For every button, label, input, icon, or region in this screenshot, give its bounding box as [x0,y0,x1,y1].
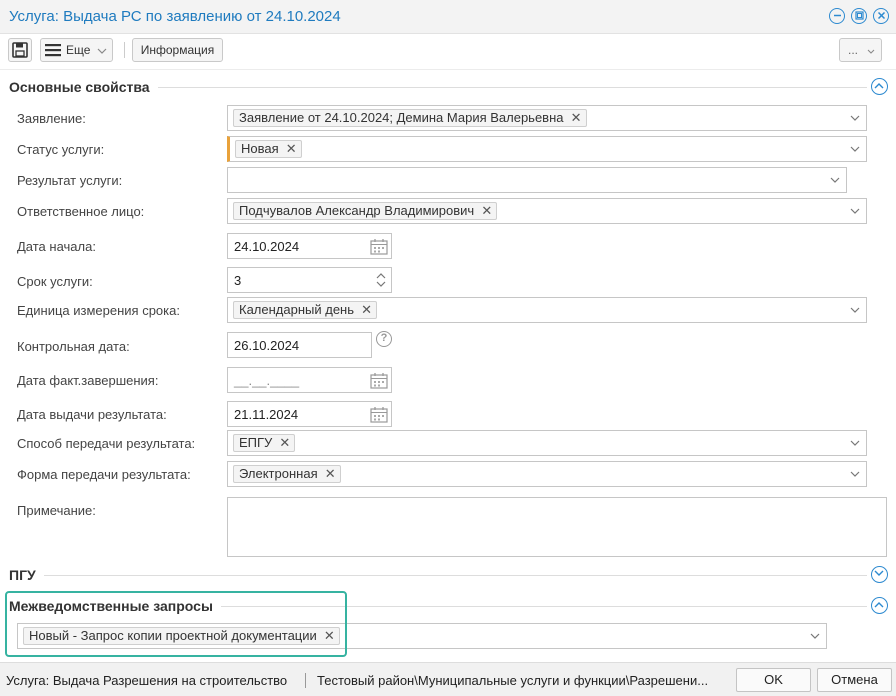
calendar-icon[interactable] [370,406,388,423]
actual-end-placeholder: __.__.____ [234,373,300,388]
info-button[interactable]: Информация [132,38,223,62]
restore-icon[interactable] [851,8,867,24]
term-stepper[interactable]: 3 [227,267,392,293]
more-button-label: Еще [66,43,91,57]
help-question-icon[interactable]: ? [376,331,392,347]
responsible-label: Ответственное лицо: [17,204,145,219]
control-date-input[interactable]: 26.10.2024 [227,332,372,358]
chip-remove-icon[interactable]: ✕ [361,302,372,318]
transfer-form-value: Электронная [239,466,318,481]
chevron-down-icon [867,49,875,54]
chevron-down-icon[interactable] [850,471,860,477]
result-label: Результат услуги: [17,173,123,188]
responsible-select[interactable]: Подчувалов Александр Владимирович ✕ [227,198,867,224]
ellipsis-label: ... [848,43,859,57]
transfer-form-select[interactable]: Электронная ✕ [227,461,867,487]
interagency-request-select[interactable]: Новый - Запрос копии проектной документа… [17,623,827,649]
chevron-down-icon[interactable] [850,146,860,152]
responsible-value: Подчувалов Александр Владимирович [239,203,475,218]
collapse-up-icon[interactable] [871,78,888,95]
hamburger-icon [45,44,61,57]
status-separator [305,673,306,688]
transfer-method-value: ЕПГУ [239,435,273,450]
control-date-value: 26.10.2024 [234,338,300,353]
section-title-pgu[interactable]: ПГУ [9,567,44,583]
window-titlebar: Услуга: Выдача РС по заявлению от 24.10.… [0,0,896,34]
ok-button[interactable]: OK [736,668,811,692]
status-select[interactable]: Новая ✕ [227,136,867,162]
ellipsis-menu-button[interactable]: ... [839,38,882,62]
status-label: Статус услуги: [17,142,105,157]
chip-remove-icon[interactable]: ✕ [571,110,582,126]
start-date-label: Дата начала: [17,239,96,254]
issue-date-input[interactable]: 21.11.2024 [227,401,392,427]
interagency-request-chip: Новый - Запрос копии проектной документа… [23,627,340,645]
chevron-down-icon[interactable] [850,115,860,121]
chevron-down-icon[interactable] [830,177,840,183]
stepper-arrows-icon[interactable] [376,271,386,289]
section-title-main: Основные свойства [9,79,158,95]
start-date-value: 24.10.2024 [234,239,300,254]
responsible-chip: Подчувалов Александр Владимирович ✕ [233,202,498,220]
transfer-form-chip: Электронная ✕ [233,465,341,483]
statusbar: Услуга: Выдача Разрешения на строительст… [0,662,896,696]
save-button[interactable] [8,38,32,62]
status-value: Новая [241,141,279,156]
actual-end-label: Дата факт.завершения: [17,373,159,388]
more-button[interactable]: Еще [40,38,113,62]
term-unit-select[interactable]: Календарный день ✕ [227,297,867,323]
control-date-label: Контрольная дата: [17,339,130,354]
section-divider [9,575,867,576]
chip-remove-icon[interactable]: ✕ [325,466,336,482]
calendar-icon[interactable] [370,372,388,389]
term-unit-label: Единица измерения срока: [17,303,180,318]
note-label: Примечание: [17,503,96,518]
section-title-interagency: Межведомственные запросы [9,598,221,614]
statement-value: Заявление от 24.10.2024; Демина Мария Ва… [239,110,564,125]
toolbar-separator [124,42,125,58]
chip-remove-icon[interactable]: ✕ [286,141,297,157]
close-icon[interactable] [873,8,889,24]
calendar-icon[interactable] [370,238,388,255]
issue-date-value: 21.11.2024 [234,407,299,422]
chevron-down-icon[interactable] [850,307,860,313]
chip-remove-icon[interactable]: ✕ [324,628,335,644]
result-select[interactable] [227,167,847,193]
chevron-down-icon[interactable] [850,440,860,446]
expand-down-icon[interactable] [871,566,888,583]
term-unit-chip: Календарный день ✕ [233,301,378,319]
statement-chip: Заявление от 24.10.2024; Демина Мария Ва… [233,109,587,127]
actual-end-date-input[interactable]: __.__.____ [227,367,392,393]
status-path: Тестовый район\Муниципальные услуги и фу… [317,673,709,688]
floppy-disk-icon [12,42,28,58]
transfer-method-select[interactable]: ЕПГУ ✕ [227,430,867,456]
chevron-down-icon[interactable] [810,633,820,639]
term-value: 3 [234,273,242,288]
term-unit-value: Календарный день [239,302,355,317]
cancel-button[interactable]: Отмена [817,668,892,692]
term-label: Срок услуги: [17,274,93,289]
issue-date-label: Дата выдачи результата: [17,407,167,422]
toolbar: Еще Информация ... [0,34,896,70]
minimize-icon[interactable] [829,8,845,24]
transfer-method-label: Способ передачи результата: [17,436,196,451]
transfer-form-label: Форма передачи результата: [17,467,191,482]
interagency-request-value: Новый - Запрос копии проектной документа… [29,628,317,643]
chip-remove-icon[interactable]: ✕ [279,435,290,451]
start-date-input[interactable]: 24.10.2024 [227,233,392,259]
collapse-up-icon[interactable] [871,597,888,614]
status-chip: Новая ✕ [235,140,302,158]
chevron-down-icon[interactable] [850,208,860,214]
window-title: Услуга: Выдача РС по заявлению от 24.10.… [9,8,341,25]
statement-select[interactable]: Заявление от 24.10.2024; Демина Мария Ва… [227,105,867,131]
chevron-down-icon [97,48,107,54]
statement-label: Заявление: [17,111,86,126]
status-service: Услуга: Выдача Разрешения на строительст… [6,673,288,688]
note-textarea[interactable] [227,497,887,557]
chip-remove-icon[interactable]: ✕ [481,203,492,219]
transfer-method-chip: ЕПГУ ✕ [233,434,296,452]
